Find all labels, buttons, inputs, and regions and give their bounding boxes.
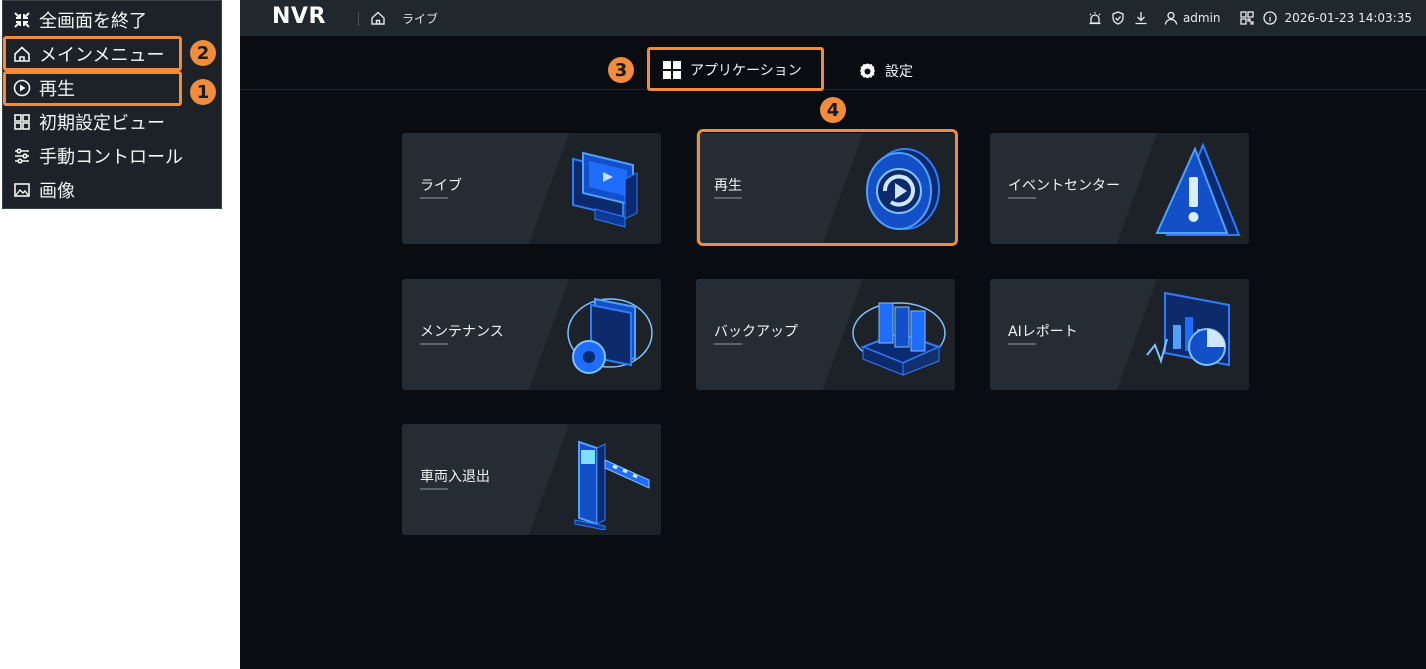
tab-settings[interactable]: 設定 [858,61,913,81]
tab-applications[interactable]: アプリケーション [662,60,802,80]
home-icon[interactable] [370,10,386,26]
context-menu: 全画面を終了 メインメニュー 再生 初期設定ビュー 手動コントロール 画像 [2,0,222,209]
image-icon [11,179,33,201]
monitor-icon [572,151,638,228]
nvr-window: NVR ライブ admin 2026-01-23 14:03:35 アプリケーシ… [240,0,1426,669]
app-card-label: AIレポート [1008,324,1078,340]
divider [358,12,359,26]
play-circle-icon [11,77,33,99]
menu-item-label: 手動コントロール [39,147,183,168]
info-icon[interactable] [1262,10,1278,26]
apps-grid-icon [663,61,681,79]
exit-fullscreen-icon [11,9,33,31]
gear-icon [860,62,875,78]
app-card-maintenance[interactable]: メンテナンス [402,279,661,390]
top-bar: NVR ライブ admin 2026-01-23 14:03:35 [240,0,1426,36]
menu-item-default-view[interactable]: 初期設定ビュー [7,105,165,139]
playback-icon [866,148,940,230]
app-card-label: ライブ [420,178,462,194]
qr-code-icon[interactable] [1239,10,1255,26]
breadcrumb[interactable]: ライブ [402,10,438,27]
username[interactable]: admin [1183,11,1221,25]
menu-item-main-menu[interactable]: メインメニュー [7,37,164,71]
sliders-icon [11,145,33,167]
app-card-label: バックアップ [714,324,798,340]
app-card-label: メンテナンス [420,324,504,340]
menu-item-label: メインメニュー [39,45,165,66]
tab-label: アプリケーション [690,63,802,79]
callout-badge-1: 1 [190,79,216,105]
user-icon[interactable] [1163,10,1179,26]
alarm-icon[interactable] [1087,10,1103,26]
menu-item-manual-control[interactable]: 手動コントロール [7,139,183,173]
callout-badge-4: 4 [820,97,846,123]
menu-item-label: 再生 [39,79,75,100]
menu-item-image[interactable]: 画像 [7,173,75,207]
tab-label: 設定 [885,64,913,80]
maintenance-gear-icon [567,297,653,374]
grid-view-icon [11,111,33,133]
menu-item-label: 画像 [39,181,75,202]
app-card-live[interactable]: ライブ [402,133,661,244]
top-bar-tools: admin 2026-01-23 14:03:35 [1087,0,1426,36]
app-card-label: 車両入退出 [420,469,490,485]
app-card-ai-report[interactable]: AIレポート [990,279,1249,390]
menu-item-playback[interactable]: 再生 [7,71,75,105]
app-card-playback[interactable]: 再生 [696,133,955,244]
vehicle-barrier-icon [574,440,650,530]
callout-badge-2: 2 [190,40,216,66]
menu-item-exit-fullscreen[interactable]: 全画面を終了 [7,3,147,37]
app-card-event-center[interactable]: イベントセンター [990,133,1249,244]
datetime: 2026-01-23 14:03:35 [1284,11,1412,25]
menu-item-label: 初期設定ビュー [39,113,165,134]
app-logo: NVR [272,4,326,29]
alert-triangle-icon [1155,142,1241,236]
shield-icon[interactable] [1110,10,1126,26]
callout-badge-3: 3 [608,57,634,83]
app-card-backup[interactable]: バックアップ [696,279,955,390]
menu-item-label: 全画面を終了 [39,11,147,32]
backup-drive-icon [852,302,946,376]
app-card-vehicle-entry-exit[interactable]: 車両入退出 [402,424,661,535]
ai-report-chart-icon [1146,291,1230,367]
download-icon[interactable] [1133,10,1149,26]
app-card-label: イベントセンター [1008,178,1120,194]
tab-divider [240,89,1426,90]
home-icon [11,43,33,65]
app-card-label: 再生 [714,178,742,194]
